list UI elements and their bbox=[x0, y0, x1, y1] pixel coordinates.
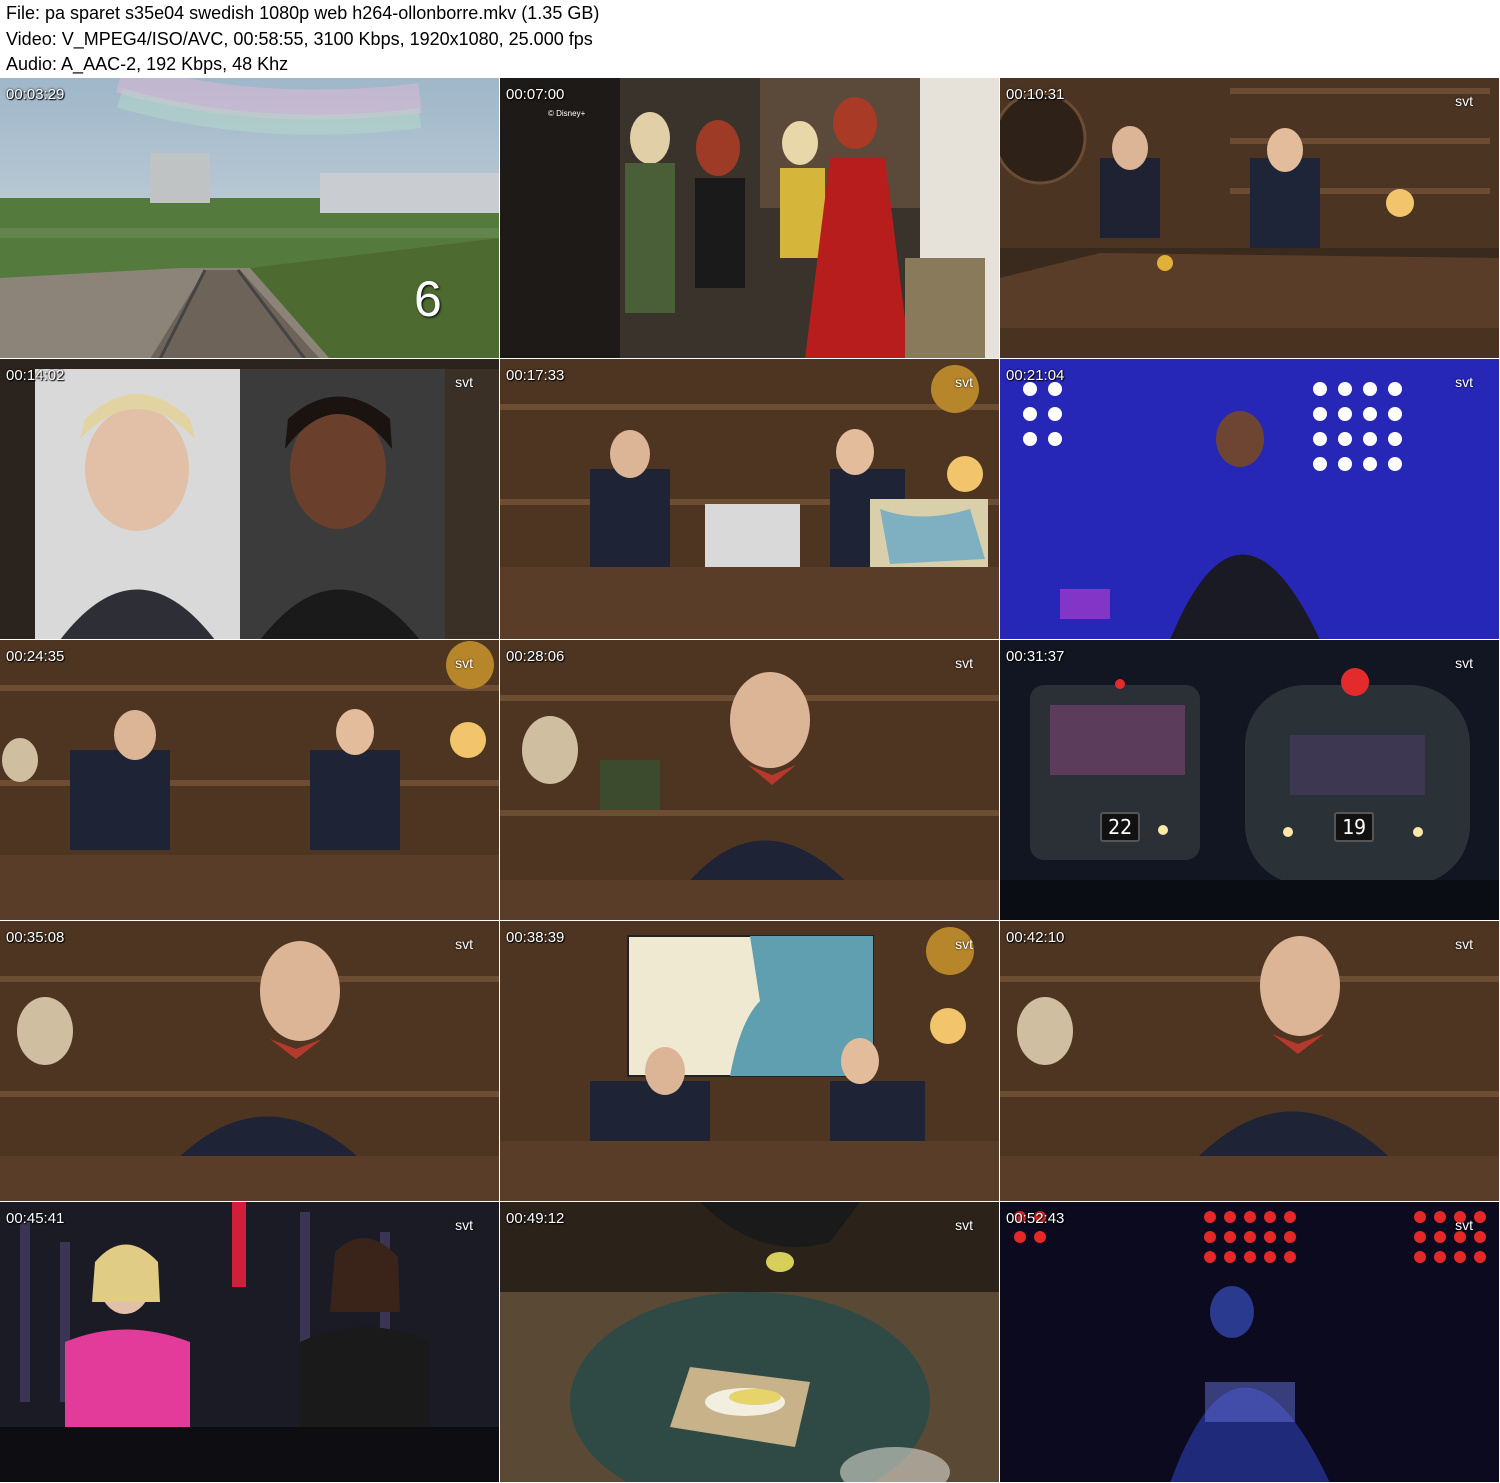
food-plate-scene bbox=[500, 1202, 999, 1482]
frame-timestamp: 00:14:02 bbox=[6, 367, 65, 384]
frame-thumbnail[interactable]: 00:49:12 svt bbox=[500, 1202, 1000, 1483]
channel-logo: svt bbox=[455, 1217, 473, 1233]
channel-logo: svt bbox=[455, 374, 473, 390]
channel-logo: svt bbox=[955, 374, 973, 390]
host-closeup-scene bbox=[1000, 921, 1499, 1201]
frame-thumbnail[interactable]: 00:17:33 svt bbox=[500, 359, 1000, 640]
overlay-number: 6 bbox=[414, 271, 442, 327]
hosts-desk-scene bbox=[0, 640, 499, 920]
frame-thumbnail[interactable]: 00:21:04 svt bbox=[1000, 359, 1500, 640]
frame-thumbnail[interactable]: 00:03:29 6 bbox=[0, 78, 500, 359]
score-right: 19 bbox=[1334, 812, 1375, 842]
video-line: Video: V_MPEG4/ISO/AVC, 00:58:55, 3100 K… bbox=[6, 29, 593, 49]
channel-logo: svt bbox=[455, 655, 473, 671]
frame-thumbnail[interactable]: 00:14:02 svt bbox=[0, 359, 500, 640]
copyright-overlay: © Disney+ bbox=[548, 109, 586, 118]
thumbnail-grid: 00:03:29 6 00:07:00 © Disney+ 00:10:31 s… bbox=[0, 78, 1500, 1483]
audio-line: Audio: A_AAC-2, 192 Kbps, 48 Khz bbox=[6, 54, 289, 74]
trains-scene bbox=[1000, 640, 1499, 920]
frame-timestamp: 00:28:06 bbox=[506, 648, 565, 665]
frame-thumbnail[interactable]: 00:24:35 svt bbox=[0, 640, 500, 921]
frame-timestamp: 00:24:35 bbox=[6, 648, 65, 665]
frame-timestamp: 00:52:43 bbox=[1006, 1210, 1065, 1227]
contestants-scene bbox=[0, 1202, 499, 1482]
frame-timestamp: 00:31:37 bbox=[1006, 648, 1065, 665]
map-board-scene bbox=[500, 921, 999, 1201]
hosts-map-scene bbox=[500, 359, 999, 639]
frame-timestamp: 00:10:31 bbox=[1006, 86, 1065, 103]
channel-logo: svt bbox=[455, 936, 473, 952]
channel-logo: svt bbox=[1455, 374, 1473, 390]
frame-thumbnail[interactable]: 22 19 00:31:37 svt bbox=[1000, 640, 1500, 921]
frame-timestamp: 00:49:12 bbox=[506, 1210, 565, 1227]
score-left: 22 bbox=[1100, 812, 1141, 842]
boutique-scene bbox=[500, 78, 999, 358]
red-stage-scene bbox=[1000, 1202, 1499, 1482]
frame-timestamp: 00:21:04 bbox=[1006, 367, 1065, 384]
frame-thumbnail[interactable]: 00:45:41 svt bbox=[0, 1202, 500, 1483]
channel-logo: svt bbox=[1455, 655, 1473, 671]
frame-timestamp: 00:42:10 bbox=[1006, 929, 1065, 946]
channel-logo: svt bbox=[955, 936, 973, 952]
channel-logo: svt bbox=[1455, 93, 1473, 109]
frame-timestamp: 00:03:29 bbox=[6, 86, 65, 103]
studio-wide-scene bbox=[1000, 78, 1499, 358]
file-info-header: File: pa sparet s35e04 swedish 1080p web… bbox=[0, 0, 1500, 78]
frame-timestamp: 00:17:33 bbox=[506, 367, 565, 384]
blue-stage-scene bbox=[1000, 359, 1499, 639]
frame-thumbnail[interactable]: 00:52:43 svt bbox=[1000, 1202, 1500, 1483]
frame-timestamp: 00:35:08 bbox=[6, 929, 65, 946]
channel-logo: svt bbox=[1455, 936, 1473, 952]
frame-timestamp: 00:07:00 bbox=[506, 86, 565, 103]
portraits-scene bbox=[0, 359, 499, 639]
host-closeup-scene bbox=[0, 921, 499, 1201]
frame-thumbnail[interactable]: 00:10:31 svt bbox=[1000, 78, 1500, 359]
frame-thumbnail[interactable]: 00:38:39 svt bbox=[500, 921, 1000, 1202]
file-line: File: pa sparet s35e04 swedish 1080p web… bbox=[6, 3, 600, 23]
frame-timestamp: 00:45:41 bbox=[6, 1210, 65, 1227]
channel-logo: svt bbox=[955, 655, 973, 671]
frame-timestamp: 00:38:39 bbox=[506, 929, 565, 946]
frame-thumbnail[interactable]: 00:28:06 svt bbox=[500, 640, 1000, 921]
channel-logo: svt bbox=[955, 1217, 973, 1233]
frame-thumbnail[interactable]: 00:35:08 svt bbox=[0, 921, 500, 1202]
frame-thumbnail[interactable]: 00:07:00 © Disney+ bbox=[500, 78, 1000, 359]
frame-thumbnail[interactable]: 00:42:10 svt bbox=[1000, 921, 1500, 1202]
channel-logo: svt bbox=[1455, 1217, 1473, 1233]
host-closeup-scene bbox=[500, 640, 999, 920]
